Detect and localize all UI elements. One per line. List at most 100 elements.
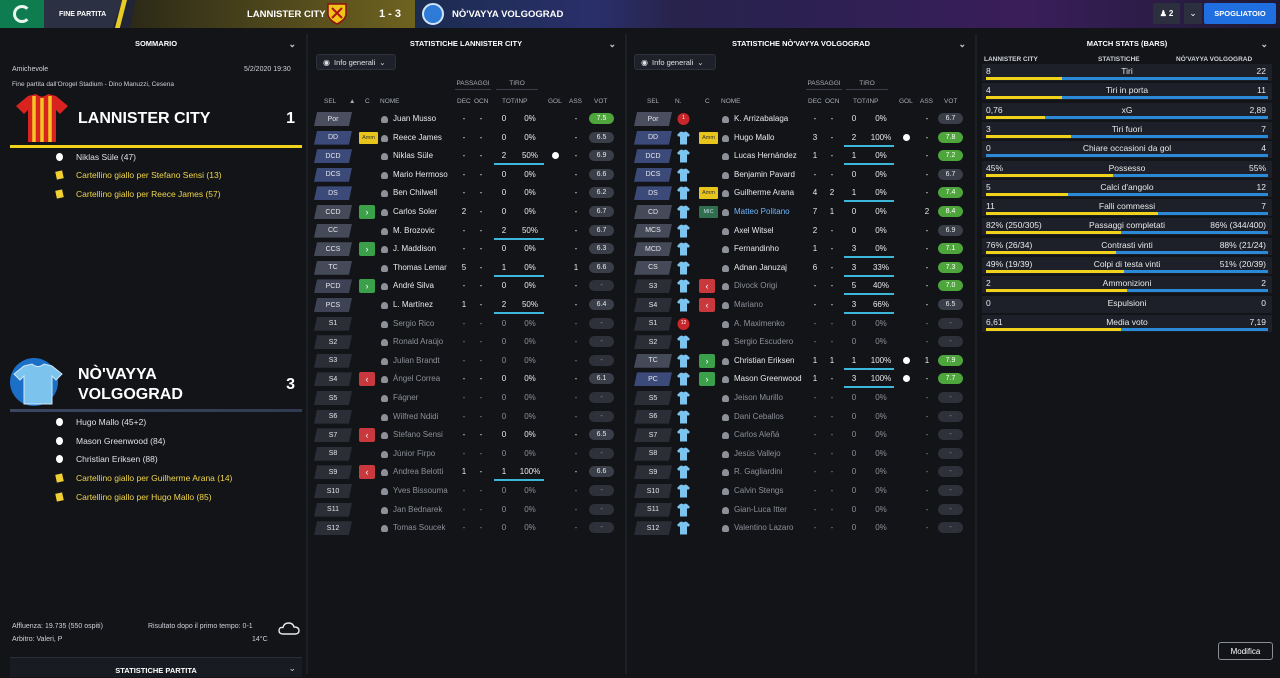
table-row[interactable]: DS Ben Chilwell - - 0 0% - 6.2 xyxy=(314,184,620,202)
position-badge[interactable]: S11 xyxy=(634,502,672,517)
player-name[interactable]: Ángel Correa xyxy=(393,374,440,383)
match-bars-header[interactable]: MATCH STATS (BARS) ⌄ xyxy=(980,36,1274,52)
table-row[interactable]: Por Juan Musso - - 0 0% - 7.5 xyxy=(314,110,620,128)
table-row[interactable]: DCS Benjamin Pavard - -0 0% -6.7 xyxy=(634,166,972,184)
table-row[interactable]: DCD Lucas Hernández 1-1 0% -7.2 xyxy=(634,147,972,166)
away-filter-dropdown[interactable]: ◉ Info generali ⌄ xyxy=(634,54,716,70)
position-badge[interactable]: DCD xyxy=(314,149,352,164)
col-c[interactable]: C xyxy=(705,98,710,105)
table-row[interactable]: S1 Sergio Rico - - 0 0% - - xyxy=(314,315,620,333)
position-badge[interactable]: S12 xyxy=(314,521,352,536)
player-name[interactable]: Valentino Lazaro xyxy=(734,523,793,532)
player-name[interactable]: Wilfred Ndidi xyxy=(393,412,438,421)
position-badge[interactable]: PCD xyxy=(314,279,352,294)
position-badge[interactable]: TC xyxy=(314,260,352,275)
col-nome[interactable]: NOME xyxy=(380,98,400,105)
table-row[interactable]: S2 Ronald Araújo - - 0 0% - - xyxy=(314,333,620,351)
match-stats-section[interactable]: STATISTICHE PARTITA ⌄ xyxy=(10,657,302,677)
position-badge[interactable]: S1 xyxy=(314,316,352,331)
col-ocn[interactable]: OCN xyxy=(474,98,488,105)
player-name[interactable]: Ronald Araújo xyxy=(393,337,443,346)
player-name[interactable]: Hugo Mallo xyxy=(734,133,774,142)
col-totinp[interactable]: TOT/INP xyxy=(853,98,879,105)
col-n[interactable]: N. xyxy=(675,98,682,105)
table-row[interactable]: MCS Axel Witsel 2-0 0% -6.9 xyxy=(634,222,972,240)
home-crest-icon[interactable] xyxy=(326,2,348,26)
table-row[interactable]: S9 ‹ Andrea Belotti 1 - 1 100% - 6.6 xyxy=(314,463,620,482)
player-name[interactable]: R. Gagliardini xyxy=(734,467,782,476)
player-name[interactable]: Sergio Escudero xyxy=(734,337,793,346)
position-badge[interactable]: S1 xyxy=(634,316,672,331)
player-name[interactable]: Jan Bednarek xyxy=(393,505,442,514)
player-name[interactable]: André Silva xyxy=(393,281,434,290)
player-name[interactable]: Fernandinho xyxy=(734,244,779,253)
col-c[interactable]: C xyxy=(365,98,370,105)
player-name[interactable]: Matteo Politano xyxy=(734,207,790,216)
table-row[interactable]: S12 Valentino Lazaro - -0 0% - - xyxy=(634,519,972,537)
table-row[interactable]: S4 ‹ Mariano - -3 66% -6.5 xyxy=(634,296,972,314)
position-badge[interactable]: CD xyxy=(634,205,672,219)
player-name[interactable]: Gian-Luca Itter xyxy=(734,505,787,514)
player-name[interactable]: Mario Hermoso xyxy=(393,170,448,179)
player-name[interactable]: Yves Bissouma xyxy=(393,486,448,495)
home-filter-dropdown[interactable]: ◉ Info generali ⌄ xyxy=(316,54,396,70)
position-badge[interactable]: S7 xyxy=(634,428,672,443)
position-badge[interactable]: DCS xyxy=(314,167,352,182)
col-ocn[interactable]: OCN xyxy=(825,98,839,105)
table-row[interactable]: DCS Mario Hermoso - - 0 0% - 6.6 xyxy=(314,166,620,184)
player-name[interactable]: Carlos Aleñá xyxy=(734,430,779,439)
position-badge[interactable]: PC xyxy=(634,372,672,387)
table-row[interactable]: S6 Dani Ceballos - -0 0% - - xyxy=(634,408,972,426)
col-vot[interactable]: VOT xyxy=(594,98,607,105)
chevron-down-icon[interactable]: ⌄ xyxy=(958,36,966,52)
col-dec[interactable]: DEC xyxy=(808,98,822,105)
position-badge[interactable]: S4 xyxy=(314,372,352,387)
player-name[interactable]: Sergio Rico xyxy=(393,319,434,328)
position-badge[interactable]: MCS xyxy=(634,223,672,238)
user-count-button[interactable]: ♟ 2 xyxy=(1153,3,1180,24)
table-row[interactable]: DS Amm Guilherme Arana 4 2 1 0% -7.4 xyxy=(634,184,972,203)
col-ass[interactable]: ASS xyxy=(569,98,582,105)
player-name[interactable]: Reece James xyxy=(393,133,442,142)
player-name[interactable]: Mason Greenwood xyxy=(734,374,802,383)
position-badge[interactable]: S10 xyxy=(634,484,672,498)
player-name[interactable]: A. Maximenko xyxy=(734,319,785,328)
away-shirt-icon[interactable] xyxy=(10,356,70,408)
chevron-down-icon[interactable]: ⌄ xyxy=(1260,36,1268,52)
position-badge[interactable]: S6 xyxy=(634,409,672,424)
player-name[interactable]: Axel Witsel xyxy=(734,226,774,235)
player-name[interactable]: K. Arrizabalaga xyxy=(734,114,788,123)
table-row[interactable]: PCD › André Silva - - 0 0% - - xyxy=(314,277,620,295)
table-row[interactable]: S5 Jeison Murillo - -0 0% - - xyxy=(634,389,972,407)
position-badge[interactable]: S9 xyxy=(314,465,352,480)
player-name[interactable]: Tomas Soucek xyxy=(393,523,445,532)
position-badge[interactable]: CC xyxy=(314,223,352,238)
player-name[interactable]: Calvin Stengs xyxy=(734,486,783,495)
table-row[interactable]: S3 Julian Brandt - - 0 0% - - xyxy=(314,352,620,370)
game-logo-icon[interactable] xyxy=(0,0,44,28)
player-name[interactable]: Andrea Belotti xyxy=(393,467,443,476)
summary-header[interactable]: SOMMARIO ⌄ xyxy=(10,36,302,52)
table-row[interactable]: S1 12 A. Maximenko - -0 0% - - xyxy=(634,315,972,333)
table-row[interactable]: S8 Jesús Vallejo - -0 0% - - xyxy=(634,445,972,463)
player-name[interactable]: Mariano xyxy=(734,300,763,309)
position-badge[interactable]: DD xyxy=(314,130,352,145)
home-stats-header[interactable]: STATISTICHE LANNISTER CITY ⌄ xyxy=(310,36,622,52)
player-name[interactable]: Jesús Vallejo xyxy=(734,449,781,458)
position-badge[interactable]: S6 xyxy=(314,409,352,424)
table-row[interactable]: CC M. Brozovic - - 2 50% - 6.7 xyxy=(314,222,620,240)
col-gol[interactable]: GOL xyxy=(899,98,913,105)
col-gol[interactable]: GOL xyxy=(548,98,562,105)
player-name[interactable]: Fágner xyxy=(393,393,418,402)
position-badge[interactable]: CS xyxy=(634,260,672,275)
table-row[interactable]: S7 Carlos Aleñá - -0 0% - - xyxy=(634,426,972,444)
player-name[interactable]: Guilherme Arana xyxy=(734,188,794,197)
player-name[interactable]: L. Martínez xyxy=(393,300,433,309)
table-row[interactable]: S10 Yves Bissouma - - 0 0% - - xyxy=(314,482,620,500)
col-nome[interactable]: NOME xyxy=(721,98,741,105)
table-row[interactable]: MCD Fernandinho 1-3 0% -7.1 xyxy=(634,240,972,259)
col-dec[interactable]: DEC xyxy=(457,98,471,105)
position-badge[interactable]: S12 xyxy=(634,521,672,536)
table-row[interactable]: DD Amm Hugo Mallo 3-2 100% -7.8 xyxy=(634,129,972,147)
position-badge[interactable]: S7 xyxy=(314,428,352,443)
